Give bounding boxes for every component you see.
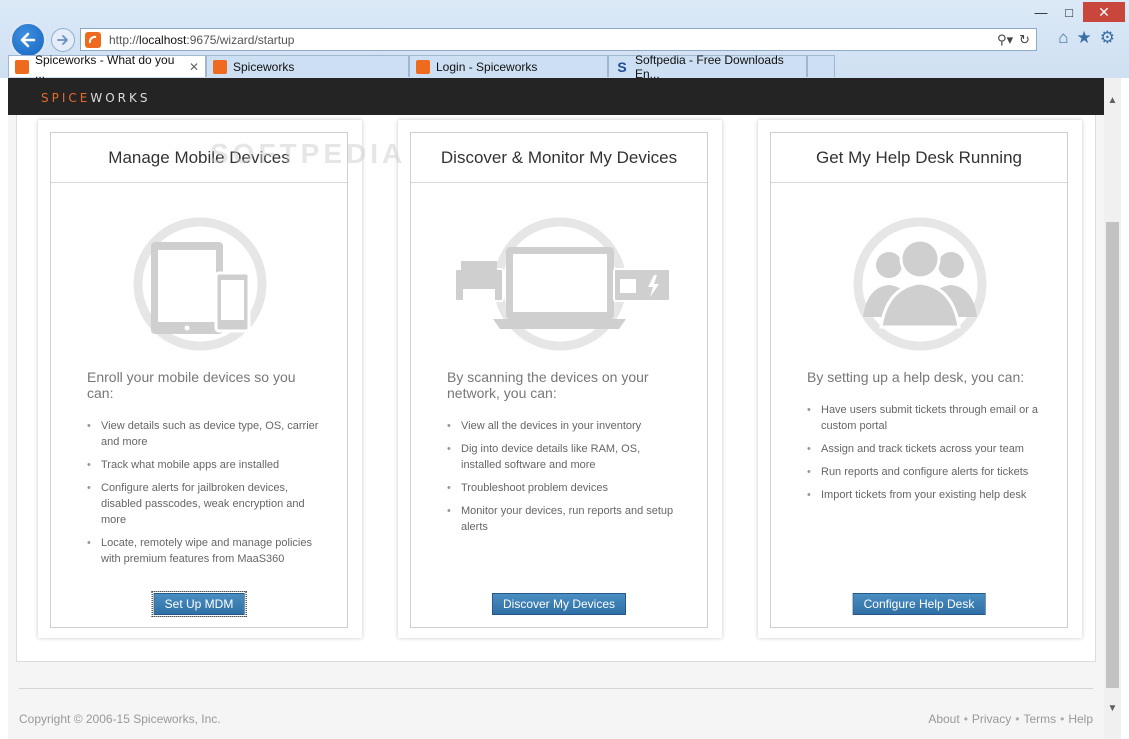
list-item: Locate, remotely wipe and manage policie… bbox=[87, 535, 319, 567]
scroll-thumb[interactable] bbox=[1106, 222, 1119, 688]
card-description: Enroll your mobile devices so you can: bbox=[87, 369, 296, 401]
spiceworks-logo[interactable]: SPICEWORKS bbox=[41, 91, 151, 105]
page-viewport: SPICEWORKS Manage Mobile Devices Enroll … bbox=[0, 78, 1129, 739]
tab-softpedia[interactable]: S Softpedia - Free Downloads En... bbox=[608, 53, 807, 81]
list-item: View all the devices in your inventory bbox=[447, 418, 679, 434]
browser-chrome: — □ ✕ http://localhost:9675/wizard/start… bbox=[0, 0, 1129, 81]
vertical-scrollbar[interactable]: ▲ ▼ bbox=[1104, 78, 1121, 739]
card-body: Discover & Monitor My Devices By scannin… bbox=[410, 132, 708, 628]
card-description: By setting up a help desk, you can: bbox=[807, 369, 1025, 385]
card-feature-list: View details such as device type, OS, ca… bbox=[87, 418, 319, 574]
footer-divider bbox=[19, 688, 1093, 689]
tab-label: Spiceworks bbox=[233, 59, 295, 74]
card-mobile-devices: Manage Mobile Devices Enroll your mobile… bbox=[38, 120, 362, 638]
list-item: Have users submit tickets through email … bbox=[807, 402, 1039, 434]
set-up-mdm-button[interactable]: Set Up MDM bbox=[151, 591, 247, 617]
tab-close-icon[interactable]: ✕ bbox=[189, 60, 199, 74]
card-title: Discover & Monitor My Devices bbox=[411, 133, 707, 183]
list-item: Track what mobile apps are installed bbox=[87, 457, 319, 473]
close-window-button[interactable]: ✕ bbox=[1083, 2, 1125, 22]
list-item: View details such as device type, OS, ca… bbox=[87, 418, 319, 450]
privacy-link[interactable]: Privacy bbox=[972, 712, 1011, 726]
card-description: By scanning the devices on your network,… bbox=[447, 369, 649, 401]
window-controls: — □ ✕ bbox=[1027, 2, 1125, 22]
minimize-button[interactable]: — bbox=[1027, 2, 1055, 22]
list-item: Configure alerts for jailbroken devices,… bbox=[87, 480, 319, 528]
tab-spiceworks[interactable]: Spiceworks bbox=[206, 55, 409, 77]
spiceworks-icon bbox=[213, 59, 227, 74]
search-icon[interactable]: ⚲▾ bbox=[997, 32, 1013, 48]
network-devices-icon bbox=[454, 217, 671, 351]
home-icon[interactable]: ⌂ bbox=[1058, 28, 1068, 48]
browser-toolbar-icons: ⌂ ★ ⚙ bbox=[1058, 28, 1115, 48]
list-item: Dig into device details like RAM, OS, in… bbox=[447, 441, 679, 473]
tab-login-spiceworks[interactable]: Login - Spiceworks bbox=[409, 55, 608, 77]
gear-icon[interactable]: ⚙ bbox=[1100, 28, 1115, 48]
card-title: Get My Help Desk Running bbox=[771, 133, 1067, 183]
address-tools: ⚲▾ ↻ bbox=[997, 32, 1030, 48]
link-separator: • bbox=[1060, 712, 1065, 726]
help-link[interactable]: Help bbox=[1068, 712, 1093, 726]
scroll-up-icon[interactable]: ▲ bbox=[1104, 92, 1121, 109]
copyright-text: Copyright © 2006-15 Spiceworks, Inc. bbox=[19, 712, 221, 726]
card-discover-devices: Discover & Monitor My Devices By scannin… bbox=[398, 120, 722, 638]
back-arrow-icon bbox=[20, 32, 36, 48]
card-body: Manage Mobile Devices Enroll your mobile… bbox=[50, 132, 348, 628]
list-item: Troubleshoot problem devices bbox=[447, 480, 679, 496]
new-tab-button[interactable] bbox=[807, 55, 835, 77]
softpedia-icon: S bbox=[617, 58, 627, 75]
spiceworks-icon bbox=[416, 59, 430, 74]
favorites-star-icon[interactable]: ★ bbox=[1077, 28, 1092, 48]
scroll-down-icon[interactable]: ▼ bbox=[1104, 700, 1121, 717]
card-feature-list: View all the devices in your inventory D… bbox=[447, 418, 679, 542]
tab-label: Login - Spiceworks bbox=[436, 59, 538, 74]
maximize-button[interactable]: □ bbox=[1055, 2, 1083, 22]
tab-label: Softpedia - Free Downloads En... bbox=[635, 52, 784, 81]
card-body: Get My Help Desk Running By setting up a… bbox=[770, 132, 1068, 628]
spiceworks-favicon-icon bbox=[85, 31, 101, 48]
card-feature-list: Have users submit tickets through email … bbox=[807, 402, 1039, 510]
discover-my-devices-button[interactable]: Discover My Devices bbox=[491, 593, 627, 615]
configure-help-desk-button[interactable]: Configure Help Desk bbox=[852, 593, 986, 615]
tab-strip: Spiceworks - What do you ... ✕ Spicework… bbox=[8, 53, 835, 81]
link-separator: • bbox=[1015, 712, 1020, 726]
terms-link[interactable]: Terms bbox=[1023, 712, 1056, 726]
card-help-desk: Get My Help Desk Running By setting up a… bbox=[758, 120, 1082, 638]
softpedia-watermark: SOFTPEDIA bbox=[210, 138, 407, 169]
list-item: Import tickets from your existing help d… bbox=[807, 487, 1039, 503]
footer-links: About • Privacy • Terms • Help bbox=[928, 712, 1093, 726]
refresh-icon[interactable]: ↻ bbox=[1019, 32, 1030, 48]
url-text: http://localhost:9675/wizard/startup bbox=[109, 32, 295, 47]
list-item: Assign and track tickets across your tea… bbox=[807, 441, 1039, 457]
app-top-nav: SPICEWORKS bbox=[8, 78, 1104, 115]
spiceworks-icon bbox=[15, 59, 29, 74]
link-separator: • bbox=[963, 712, 968, 726]
tab-label: Spiceworks - What do you ... bbox=[35, 52, 175, 81]
forward-arrow-icon bbox=[57, 35, 68, 45]
forward-button[interactable] bbox=[51, 28, 75, 52]
about-link[interactable]: About bbox=[928, 712, 959, 726]
tab-spiceworks-what[interactable]: Spiceworks - What do you ... ✕ bbox=[8, 53, 206, 81]
mobile-devices-icon bbox=[133, 217, 267, 351]
help-desk-users-icon bbox=[853, 217, 987, 351]
list-item: Run reports and configure alerts for tic… bbox=[807, 464, 1039, 480]
list-item: Monitor your devices, run reports and se… bbox=[447, 503, 679, 535]
address-bar[interactable]: http://localhost:9675/wizard/startup ⚲▾ … bbox=[80, 28, 1037, 51]
